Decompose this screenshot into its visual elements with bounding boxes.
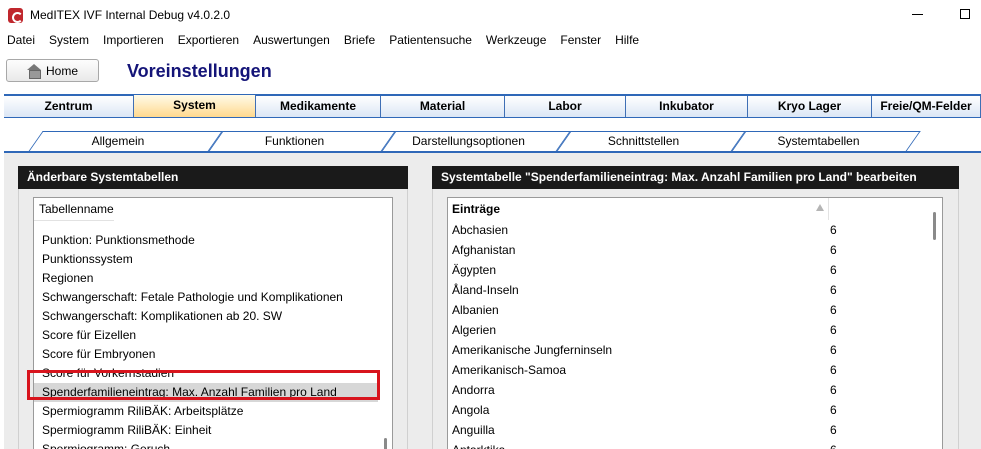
list-item[interactable]: Spermiogramm RiliBÄK: Einheit [34, 421, 211, 440]
minimize-icon[interactable] [912, 14, 923, 15]
table-row[interactable]: Antarktika 6 [448, 440, 938, 449]
app-logo-icon [8, 8, 23, 23]
tab-labor[interactable]: Labor [505, 96, 626, 117]
title-bar: MedITEX IVF Internal Debug v4.0.2.0 [0, 0, 981, 30]
vertical-scrollbar[interactable] [384, 438, 387, 449]
menu-werkzeuge[interactable]: Werkzeuge [479, 30, 553, 50]
entries-column-header[interactable]: Einträge [448, 198, 828, 220]
tab-medikamente[interactable]: Medikamente [256, 96, 381, 117]
edit-table-panel: Systemtabelle "Spenderfamilieneintrag: M… [432, 166, 959, 449]
list-item[interactable]: Spermiogramm: Geruch [34, 440, 170, 449]
home-button[interactable]: Home [6, 59, 99, 82]
table-name-list[interactable]: Tabellenname Punktion: Punktionsmethode … [33, 197, 393, 449]
list-item[interactable]: Regionen [34, 269, 93, 288]
menu-patientensuche[interactable]: Patientensuche [382, 30, 479, 50]
list-item[interactable]: Spermiogramm RiliBÄK: Arbeitsplätze [34, 402, 243, 421]
page-title: Voreinstellungen [127, 61, 272, 81]
menu-hilfe[interactable]: Hilfe [608, 30, 646, 50]
table-row[interactable]: Ägypten 6 [448, 260, 938, 280]
table-row[interactable]: Albanien 6 [448, 300, 938, 320]
tab-zentrum[interactable]: Zentrum [4, 96, 134, 117]
left-panel-title: Änderbare Systemtabellen [18, 166, 408, 189]
menu-bar: Datei System Importieren Exportieren Aus… [0, 30, 981, 50]
table-row[interactable]: Angola 6 [448, 400, 938, 420]
tab-system[interactable]: System [134, 95, 256, 117]
right-panel-title: Systemtabelle "Spenderfamilieneintrag: M… [432, 166, 959, 189]
tab-kryo-lager[interactable]: Kryo Lager [748, 96, 872, 117]
list-item[interactable]: Score für Eizellen [34, 326, 136, 345]
menu-auswertungen[interactable]: Auswertungen [246, 30, 337, 50]
subtab-systemtabellen[interactable]: Systemtabellen [731, 131, 921, 152]
editable-tables-panel: Änderbare Systemtabellen Tabellenname Pu… [18, 166, 408, 449]
menu-fenster[interactable]: Fenster [553, 30, 608, 50]
tab-material[interactable]: Material [381, 96, 505, 117]
menu-briefe[interactable]: Briefe [337, 30, 382, 50]
home-label: Home [45, 63, 78, 78]
selection-highlight-box [27, 370, 380, 400]
list-item[interactable]: Schwangerschaft: Komplikationen ab 20. S… [34, 307, 282, 326]
list-item[interactable]: Schwangerschaft: Fetale Pathologie und K… [34, 288, 343, 307]
menu-importieren[interactable]: Importieren [96, 30, 171, 50]
table-row[interactable]: Amerikanische Jungferninseln 6 [448, 340, 938, 360]
maximize-icon[interactable] [960, 9, 970, 19]
entries-grid[interactable]: Einträge Abchasien 6 Afghanistan 6 Ägypt… [447, 197, 943, 449]
home-icon [26, 64, 41, 79]
sort-ascending-icon[interactable] [816, 204, 824, 211]
window-title: MedITEX IVF Internal Debug v4.0.2.0 [30, 8, 231, 22]
subtab-darstellungsoptionen[interactable]: Darstellungsoptionen [381, 131, 571, 152]
list-item[interactable]: Score für Embryonen [34, 345, 155, 364]
list-item[interactable]: Punktion: Punktionsmethode [34, 231, 195, 250]
table-row[interactable]: Afghanistan 6 [448, 240, 938, 260]
table-row[interactable]: Andorra 6 [448, 380, 938, 400]
vertical-scrollbar[interactable] [933, 212, 936, 240]
table-row[interactable]: Abchasien 6 [448, 220, 938, 240]
subtab-schnittstellen[interactable]: Schnittstellen [556, 131, 746, 152]
subtab-funktionen[interactable]: Funktionen [208, 131, 396, 152]
main-tab-bar: Zentrum System Medikamente Material Labo… [4, 94, 981, 118]
tab-freie-qm-felder[interactable]: Freie/QM-Felder [872, 96, 981, 117]
tab-inkubator[interactable]: Inkubator [626, 96, 748, 117]
menu-system[interactable]: System [42, 30, 96, 50]
table-name-column-header[interactable]: Tabellenname [34, 198, 114, 221]
list-item[interactable]: Punktionssystem [34, 250, 133, 269]
menu-exportieren[interactable]: Exportieren [171, 30, 246, 50]
subtab-allgemein[interactable]: Allgemein [28, 131, 223, 152]
table-row[interactable]: Algerien 6 [448, 320, 938, 340]
table-row[interactable]: Amerikanisch-Samoa 6 [448, 360, 938, 380]
table-row[interactable]: Anguilla 6 [448, 420, 938, 440]
menu-datei[interactable]: Datei [0, 30, 42, 50]
table-row[interactable]: Åland-Inseln 6 [448, 280, 938, 300]
